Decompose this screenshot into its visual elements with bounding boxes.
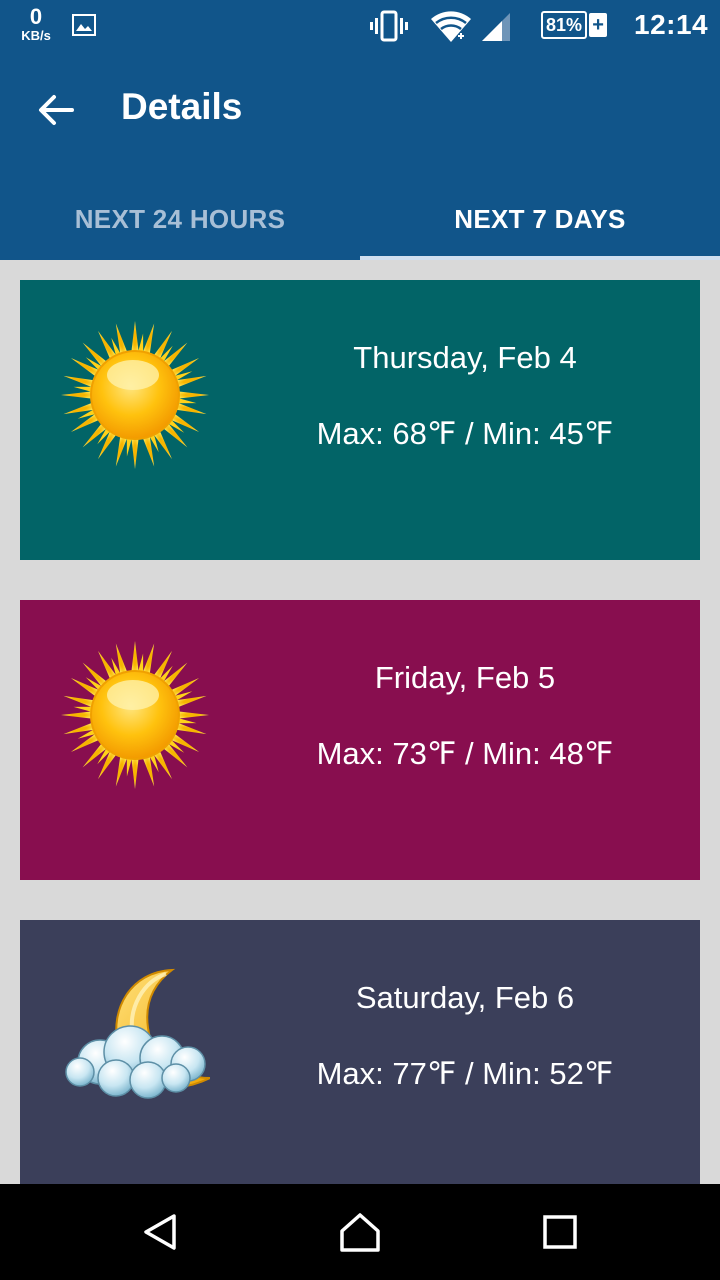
vibrate-icon xyxy=(370,10,408,42)
tab-bar: NEXT 24 HOURS NEXT 7 DAYS xyxy=(0,178,720,260)
forecast-card-friday[interactable]: Friday, Feb 5 Max: 73℉ / Min: 48℉ xyxy=(20,600,700,880)
navigation-bar xyxy=(0,1184,720,1280)
tab-next-7-days[interactable]: NEXT 7 DAYS xyxy=(360,178,720,260)
status-bar: 0 KB/s 81% + 12:14 xyxy=(0,0,720,52)
forecast-date: Friday, Feb 5 xyxy=(374,660,556,695)
sunny-icon xyxy=(61,641,209,789)
page-title: Details xyxy=(121,86,243,127)
forecast-list[interactable]: Thursday, Feb 4 Max: 68℉ / Min: 45℉ Frid… xyxy=(0,260,720,1184)
battery-charging-icon: + xyxy=(589,13,608,37)
battery-icon: 81% + xyxy=(541,11,608,39)
back-triangle-icon xyxy=(144,1214,176,1250)
forecast-date: Saturday, Feb 6 xyxy=(355,980,575,1015)
wifi-icon xyxy=(431,11,471,43)
home-icon xyxy=(340,1213,380,1252)
signal-icon xyxy=(482,13,510,41)
forecast-temps: Max: 73℉ / Min: 48℉ xyxy=(316,736,614,771)
tab-next-24-hours[interactable]: NEXT 24 HOURS xyxy=(0,178,360,260)
nav-recents-button[interactable] xyxy=(530,1204,590,1260)
forecast-temps: Max: 68℉ / Min: 45℉ xyxy=(316,416,614,451)
nav-home-button[interactable] xyxy=(330,1204,390,1260)
clock: 12:14 xyxy=(634,9,709,40)
tab-label: NEXT 7 DAYS xyxy=(454,203,626,234)
back-button[interactable] xyxy=(24,82,88,138)
network-speed-unit: KB/s xyxy=(21,28,51,43)
network-speed: 0 KB/s xyxy=(18,4,54,43)
network-speed-value: 0 xyxy=(29,4,43,29)
recents-icon xyxy=(543,1215,577,1249)
tab-label: NEXT 24 HOURS xyxy=(74,203,286,234)
nav-back-button[interactable] xyxy=(130,1204,190,1260)
forecast-card-saturday[interactable]: Saturday, Feb 6 Max: 77℉ / Min: 52℉ xyxy=(20,920,700,1184)
arrow-back-icon xyxy=(39,95,74,125)
battery-percent: 81% xyxy=(541,11,588,39)
forecast-temps: Max: 77℉ / Min: 52℉ xyxy=(316,1056,614,1091)
forecast-card-thursday[interactable]: Thursday, Feb 4 Max: 68℉ / Min: 45℉ xyxy=(20,280,700,560)
night-cloudy-icon xyxy=(65,968,210,1099)
app-bar: Details NEXT 24 HOURS NEXT 7 DAYS xyxy=(0,52,720,260)
sunny-icon xyxy=(61,321,209,469)
forecast-date: Thursday, Feb 4 xyxy=(353,340,577,375)
gallery-icon xyxy=(72,14,96,36)
